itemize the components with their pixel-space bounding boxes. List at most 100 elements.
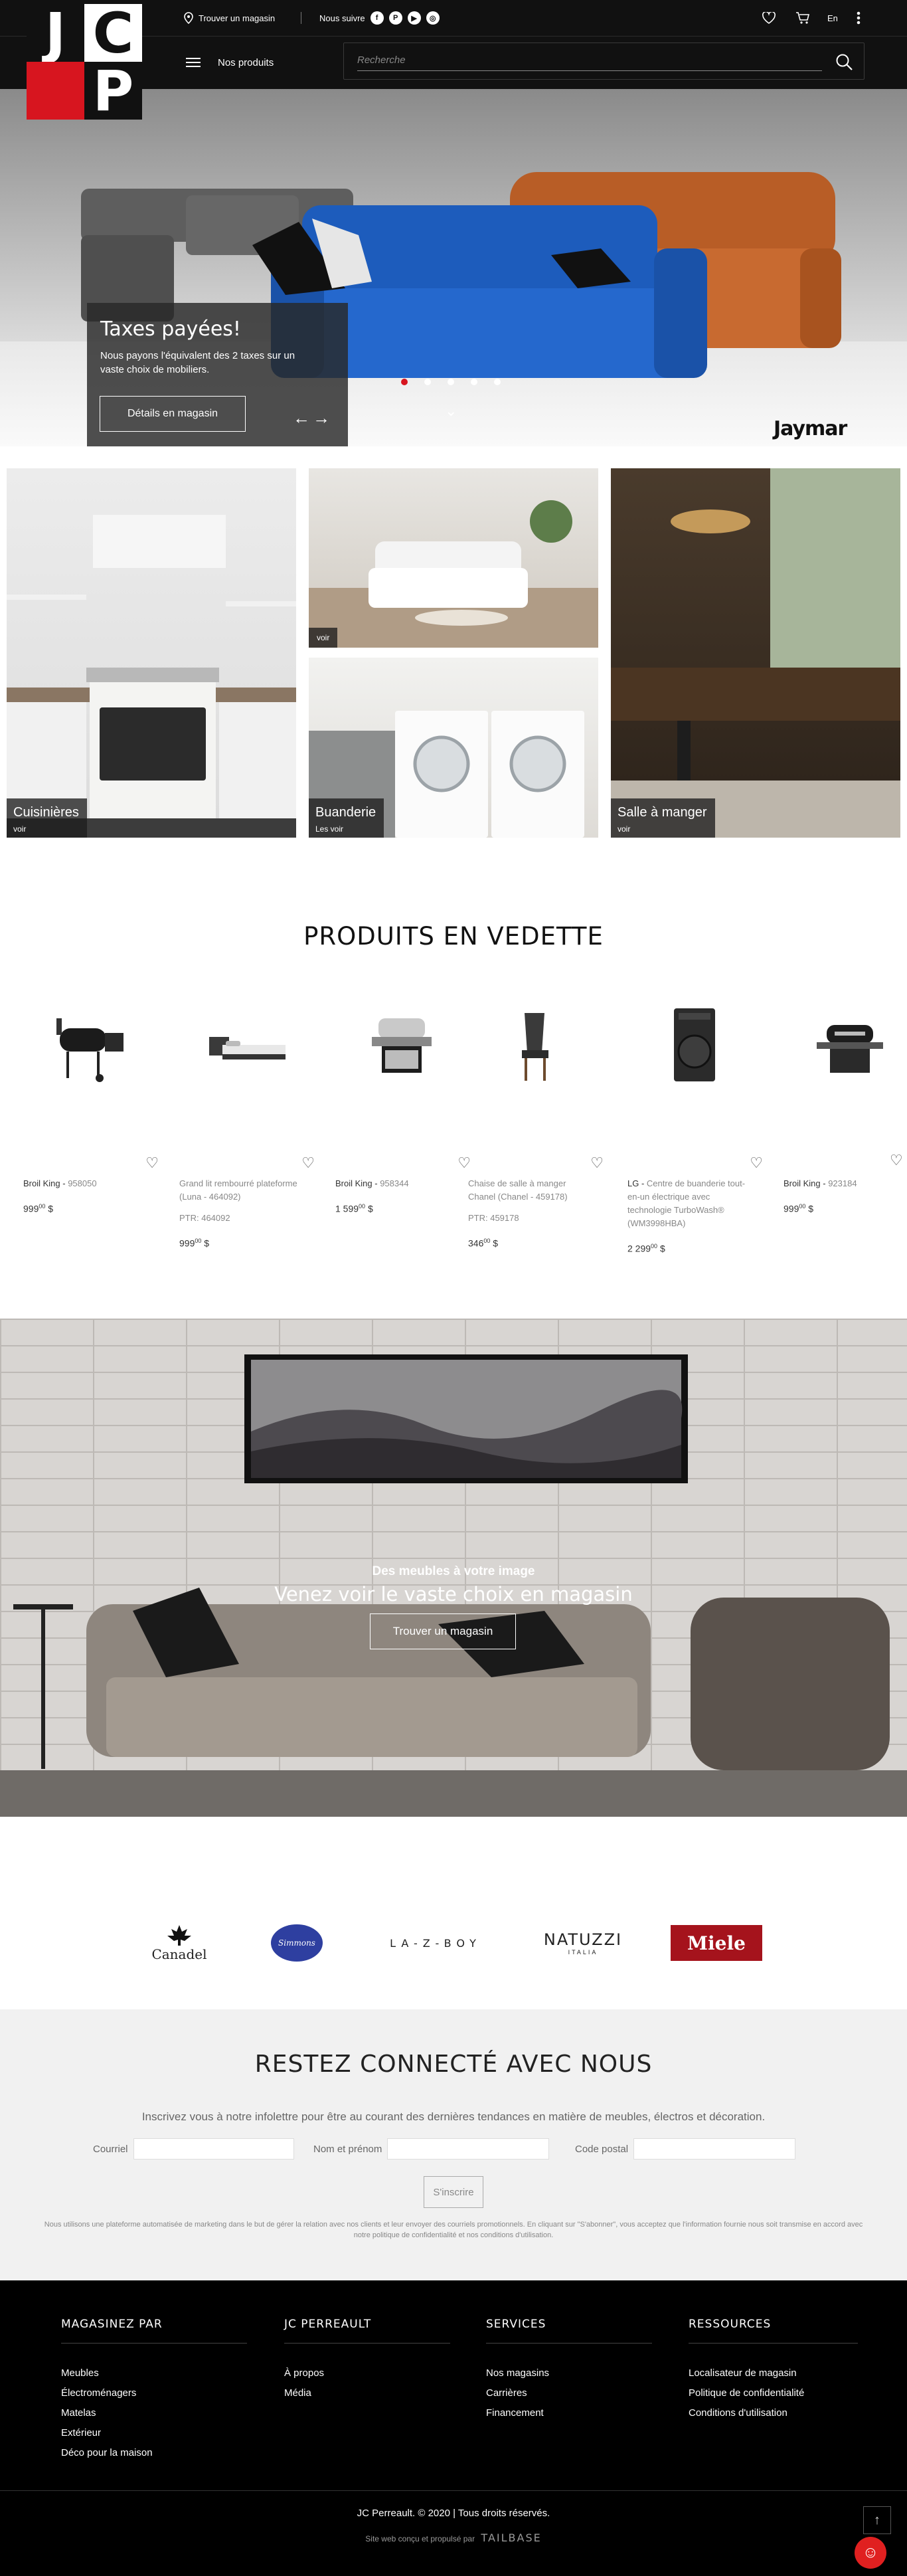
- product-info: Chaise de salle à manger Chanel (Chanel …: [468, 1177, 594, 1250]
- footer-link[interactable]: Déco pour la maison: [61, 2443, 247, 2463]
- slider-dot[interactable]: [424, 379, 431, 385]
- product-info: Grand lit rembourré plateforme (Luna - 4…: [179, 1177, 305, 1250]
- wishlist-button[interactable]: [762, 0, 776, 36]
- slider-arrows-icon[interactable]: ←→: [293, 408, 333, 428]
- category-link[interactable]: Les voir: [315, 824, 376, 834]
- product-sku: 958050: [68, 1178, 97, 1188]
- heart-icon: [762, 12, 776, 24]
- footer-link[interactable]: Extérieur: [61, 2423, 247, 2443]
- smoker-grill-image: [56, 1018, 124, 1082]
- logo-red-square: [27, 62, 84, 120]
- product-price: 34600 $: [468, 1238, 499, 1249]
- made-by-label: Site web conçu et propulsé par: [365, 2534, 475, 2543]
- facebook-icon[interactable]: f: [370, 11, 384, 25]
- product-card[interactable]: ♡ Chaise de salle à manger Chanel (Chane…: [468, 988, 608, 1267]
- site-logo[interactable]: J C P: [27, 4, 142, 120]
- newsletter-postal-field: Code postal: [575, 2138, 796, 2160]
- chat-smiley-icon[interactable]: ☺: [855, 2537, 886, 2569]
- footer-link[interactable]: Carrières: [486, 2383, 652, 2403]
- find-store-button[interactable]: Trouver un magasin: [370, 1613, 516, 1649]
- search-box: [343, 43, 865, 80]
- newsletter-description: Inscrivez vous à notre infolettre pour ê…: [141, 2110, 766, 2123]
- footer-link[interactable]: Matelas: [61, 2403, 247, 2423]
- logo-letter-p: P: [84, 62, 142, 120]
- category-tile-buanderie[interactable]: Buanderie Les voir: [309, 658, 598, 838]
- wishlist-heart-icon[interactable]: ♡: [145, 1154, 159, 1172]
- category-tile-living[interactable]: voir: [309, 468, 598, 648]
- product-card[interactable]: ♡ LG - Centre de buanderie tout-en-un él…: [627, 988, 767, 1267]
- product-card[interactable]: ♡ Broil King - 958344 1 59900 $: [335, 988, 475, 1267]
- wishlist-heart-icon[interactable]: ♡: [301, 1154, 315, 1172]
- footer-link[interactable]: Électroménagers: [61, 2383, 247, 2403]
- footer-link[interactable]: Politique de confidentialité: [689, 2383, 858, 2403]
- site-footer: MAGASINEZ PAR Meubles Électroménagers Ma…: [0, 2280, 907, 2576]
- category-name: Cuisinières: [13, 805, 79, 820]
- hero-title: Taxes payées!: [100, 318, 241, 341]
- product-image: [637, 995, 750, 1095]
- natuzzi-logo[interactable]: NATUZZI ITALIA: [536, 1910, 629, 1976]
- email-input[interactable]: [133, 2138, 294, 2160]
- slider-dot[interactable]: [471, 379, 477, 385]
- product-card[interactable]: Broil King - 923184 99900 $: [783, 988, 907, 1267]
- bed-image: [209, 1037, 286, 1059]
- footer-link[interactable]: Financement: [486, 2403, 652, 2423]
- hero-cta-button[interactable]: Détails en magasin: [100, 396, 246, 432]
- slider-dot[interactable]: [494, 379, 501, 385]
- footer-link[interactable]: Localisateur de magasin: [689, 2363, 858, 2383]
- natuzzi-wordmark: NATUZZI: [543, 1930, 623, 1949]
- agency-logo[interactable]: TAILBASE: [481, 2531, 541, 2544]
- product-card[interactable]: ♡ Grand lit rembourré plateforme (Luna -…: [179, 988, 319, 1267]
- hero-brand-logo: Jaymar: [774, 417, 847, 440]
- find-store-link[interactable]: Trouver un magasin: [184, 0, 275, 36]
- logo-letter-j: J: [27, 4, 84, 62]
- cart-button[interactable]: [795, 0, 810, 36]
- canadel-logo[interactable]: Canadel: [146, 1910, 212, 1976]
- scroll-down-chevron-icon[interactable]: ⌄: [445, 403, 457, 420]
- wishlist-heart-icon[interactable]: ♡: [750, 1154, 763, 1172]
- slider-dot[interactable]: [401, 379, 408, 385]
- instagram-icon[interactable]: ◎: [426, 11, 440, 25]
- footer-link[interactable]: Nos magasins: [486, 2363, 652, 2383]
- category-link[interactable]: voir: [13, 824, 79, 834]
- search-input[interactable]: [357, 50, 822, 71]
- footer-link[interactable]: Média: [284, 2383, 450, 2403]
- product-image: [793, 995, 906, 1095]
- more-menu-button[interactable]: [857, 0, 861, 36]
- natuzzi-subtitle: ITALIA: [568, 1949, 598, 1956]
- category-tile-cuisinieres[interactable]: Cuisinières voir: [7, 468, 296, 838]
- postal-input[interactable]: [633, 2138, 796, 2160]
- category-link[interactable]: voir: [618, 824, 707, 834]
- product-info: LG - Centre de buanderie tout-en-un élec…: [627, 1177, 754, 1255]
- hero-text: Nous payons l'équivalent des 2 taxes sur…: [100, 350, 295, 375]
- subscribe-button[interactable]: S'inscrire: [424, 2176, 483, 2208]
- search-icon[interactable]: [835, 52, 853, 71]
- product-card[interactable]: ♡ Broil King - 958050 99900 $: [23, 988, 163, 1267]
- product-price: 99900 $: [783, 1203, 814, 1214]
- lazboy-logo[interactable]: LA-Z-BOY: [376, 1910, 495, 1976]
- simmons-logo[interactable]: Simmons: [267, 1910, 327, 1976]
- product-image: [478, 995, 591, 1095]
- footer-link[interactable]: Meubles: [61, 2363, 247, 2383]
- product-image: [189, 995, 302, 1095]
- slider-dot[interactable]: [448, 379, 454, 385]
- follow-us-label: Nous suivre: [319, 13, 365, 23]
- category-tile-salle-a-manger[interactable]: Salle à manger voir: [611, 468, 900, 838]
- footer-link[interactable]: À propos: [284, 2363, 450, 2383]
- pinterest-icon[interactable]: P: [388, 11, 402, 25]
- language-switch[interactable]: En: [827, 0, 838, 36]
- miele-logo[interactable]: Miele: [669, 1910, 764, 1976]
- name-input[interactable]: [387, 2138, 550, 2160]
- footer-link[interactable]: Conditions d'utilisation: [689, 2403, 858, 2423]
- maple-leaf-icon: [167, 1925, 191, 1946]
- products-menu-button[interactable]: Nos produits: [186, 36, 274, 89]
- product-ptr: PTR: 459178: [468, 1213, 519, 1223]
- bbq-grill-image: [372, 1018, 432, 1073]
- dining-chair-image: [522, 1013, 548, 1081]
- youtube-icon[interactable]: ▶: [407, 11, 421, 25]
- wishlist-heart-icon[interactable]: ♡: [590, 1154, 604, 1172]
- back-to-top-arrow-icon[interactable]: ↑: [863, 2506, 891, 2534]
- category-link[interactable]: voir: [309, 628, 338, 648]
- wishlist-heart-icon[interactable]: ♡: [890, 1152, 903, 1169]
- footer-column: JC PERREAULT À propos Média: [284, 2318, 450, 2403]
- category-name: Buanderie: [315, 805, 376, 820]
